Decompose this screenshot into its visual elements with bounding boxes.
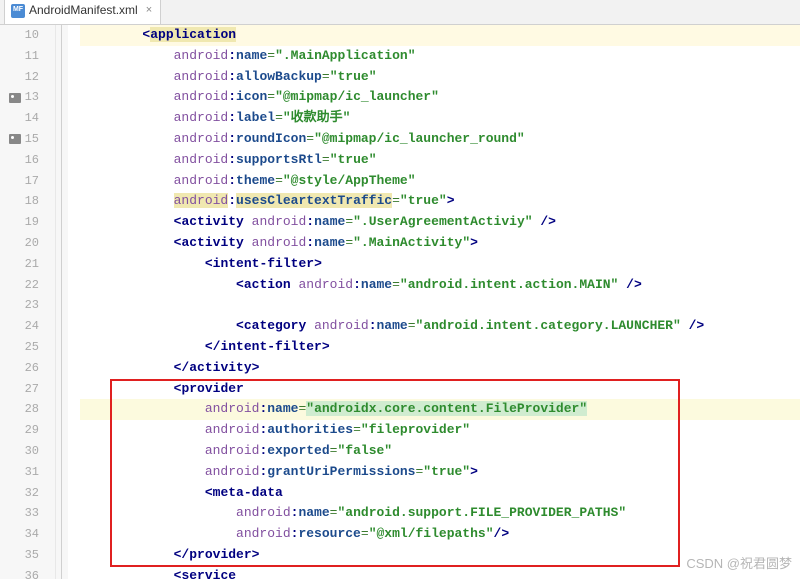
watermark: CSDN @祝君圆梦	[686, 554, 792, 575]
gutter-line: 25	[0, 337, 55, 358]
gutter-line: 33	[0, 503, 55, 524]
gutter-line: 24	[0, 316, 55, 337]
code-line[interactable]: android:name="androidx.core.content.File…	[80, 399, 800, 420]
code-line[interactable]: <activity android:name=".MainActivity">	[80, 233, 800, 254]
code-line[interactable]: android:theme="@style/AppTheme"	[80, 171, 800, 192]
gutter-line: 32	[0, 483, 55, 504]
gutter-line: 35	[0, 545, 55, 566]
gutter-line: 19	[0, 212, 55, 233]
code-line[interactable]: <provider	[80, 379, 800, 400]
gutter-line: 21	[0, 254, 55, 275]
code-line[interactable]: android:roundIcon="@mipmap/ic_launcher_r…	[80, 129, 800, 150]
gutter-line: 15	[0, 129, 55, 150]
gutter-line: 36	[0, 566, 55, 587]
code-line[interactable]	[80, 295, 800, 316]
gutter-line: 11	[0, 46, 55, 67]
gutter-line: 13	[0, 87, 55, 108]
gutter-line: 18	[0, 191, 55, 212]
code-line[interactable]: android:usesCleartextTraffic="true">	[80, 191, 800, 212]
code-line[interactable]: android:icon="@mipmap/ic_launcher"	[80, 87, 800, 108]
gutter-line: 22	[0, 275, 55, 296]
code-line[interactable]: </activity>	[80, 358, 800, 379]
gutter-line: 10	[0, 25, 55, 46]
code-line[interactable]: android:supportsRtl="true"	[80, 150, 800, 171]
fold-column	[56, 25, 68, 579]
gutter-image-icon	[9, 134, 21, 144]
gutter-line: 23	[0, 295, 55, 316]
code-line[interactable]: android:name="android.support.FILE_PROVI…	[80, 503, 800, 524]
code-line[interactable]: android:allowBackup="true"	[80, 67, 800, 88]
code-line[interactable]: android:name=".MainApplication"	[80, 46, 800, 67]
code-line[interactable]: android:authorities="fileprovider"	[80, 420, 800, 441]
gutter-line: 34	[0, 524, 55, 545]
manifest-file-icon: MF	[11, 4, 25, 18]
editor-area: 1011121314151617181920212223242526272829…	[0, 25, 800, 579]
code-line[interactable]: <intent-filter>	[80, 254, 800, 275]
gutter-line: 14	[0, 108, 55, 129]
code-line[interactable]: </intent-filter>	[80, 337, 800, 358]
code-line[interactable]: android:label="收款助手"	[80, 108, 800, 129]
gutter-image-icon	[9, 93, 21, 103]
code-line[interactable]: <meta-data	[80, 483, 800, 504]
gutter-line: 20	[0, 233, 55, 254]
gutter-line: 16	[0, 150, 55, 171]
tab-bar: MF AndroidManifest.xml ×	[0, 0, 800, 25]
code-line[interactable]: <application	[80, 25, 800, 46]
tab-filename: AndroidManifest.xml	[29, 0, 138, 21]
gutter-line: 31	[0, 462, 55, 483]
code-line[interactable]: <category android:name="android.intent.c…	[80, 316, 800, 337]
code-content[interactable]: <application android:name=".MainApplicat…	[68, 25, 800, 579]
code-line[interactable]: android:exported="false"	[80, 441, 800, 462]
gutter-line: 17	[0, 171, 55, 192]
code-line[interactable]: android:resource="@xml/filepaths"/>	[80, 524, 800, 545]
gutter-line: 27	[0, 379, 55, 400]
gutter-line: 29	[0, 420, 55, 441]
gutter-line: 28	[0, 399, 55, 420]
gutter-line: 12	[0, 67, 55, 88]
gutter-line: 26	[0, 358, 55, 379]
close-icon[interactable]: ×	[146, 0, 152, 21]
code-line[interactable]: <activity android:name=".UserAgreementAc…	[80, 212, 800, 233]
code-line[interactable]: android:grantUriPermissions="true">	[80, 462, 800, 483]
file-tab[interactable]: MF AndroidManifest.xml ×	[4, 0, 161, 24]
code-line[interactable]: <action android:name="android.intent.act…	[80, 275, 800, 296]
line-gutter: 1011121314151617181920212223242526272829…	[0, 25, 56, 579]
gutter-line: 30	[0, 441, 55, 462]
